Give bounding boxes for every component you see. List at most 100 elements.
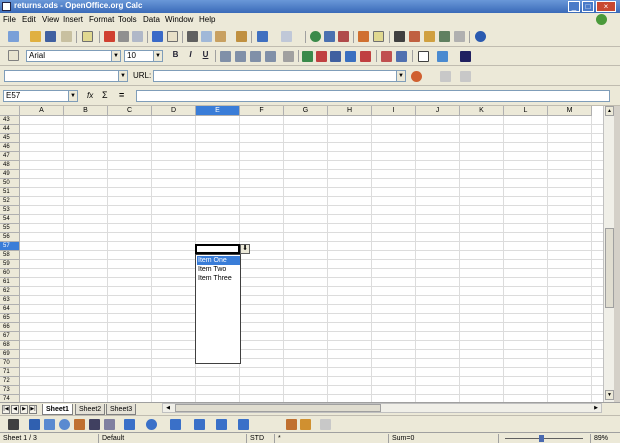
row-header-57[interactable]: 57 — [0, 242, 20, 251]
row-header-61[interactable]: 61 — [0, 278, 20, 287]
column-header-c[interactable]: C — [108, 106, 152, 116]
paste-icon[interactable] — [215, 31, 226, 42]
scroll-up-button[interactable]: ▲ — [605, 106, 614, 116]
autospellcheck-icon[interactable] — [167, 31, 178, 42]
status-mode[interactable]: STD — [246, 434, 272, 443]
target-frame-icon[interactable] — [411, 71, 422, 82]
page-preview-icon[interactable] — [132, 31, 143, 42]
scroll-left-button[interactable]: ◀ — [163, 404, 173, 412]
row-header-47[interactable]: 47 — [0, 152, 20, 161]
column-header-a[interactable]: A — [20, 106, 64, 116]
status-zoom[interactable]: 89% — [590, 434, 620, 443]
prev-sheet-button[interactable]: ◀ — [11, 405, 19, 414]
undo-icon[interactable] — [257, 31, 268, 42]
row-header-68[interactable]: 68 — [0, 341, 20, 350]
column-header-j[interactable]: J — [416, 106, 460, 116]
flowchart-icon[interactable] — [194, 419, 205, 430]
name-box[interactable]: E57 — [3, 90, 73, 102]
row-header-60[interactable]: 60 — [0, 269, 20, 278]
row-header-48[interactable]: 48 — [0, 161, 20, 170]
first-sheet-button[interactable]: |◀ — [2, 405, 10, 414]
draw-functions-icon[interactable] — [373, 31, 384, 42]
update-icon[interactable] — [596, 14, 607, 25]
vertical-scroll-thumb[interactable] — [605, 228, 614, 308]
url-dropdown-button[interactable]: ▼ — [396, 70, 406, 82]
symbol-shapes-icon[interactable] — [146, 419, 157, 430]
function-wizard-button[interactable]: fx — [87, 91, 93, 100]
from-file-icon[interactable] — [286, 419, 297, 430]
active-cell-editor[interactable] — [195, 244, 240, 254]
menu-data[interactable]: Data — [143, 15, 160, 24]
url-name-input[interactable] — [4, 70, 124, 82]
rectangle-icon[interactable] — [44, 419, 55, 430]
ellipse-icon[interactable] — [59, 419, 70, 430]
list-item[interactable]: Item One — [197, 256, 240, 265]
row-header-43[interactable]: 43 — [0, 116, 20, 125]
help-icon[interactable] — [475, 31, 486, 42]
row-header-67[interactable]: 67 — [0, 332, 20, 341]
row-header-50[interactable]: 50 — [0, 179, 20, 188]
extrusion-icon[interactable] — [320, 419, 331, 430]
row-header-59[interactable]: 59 — [0, 260, 20, 269]
italic-button[interactable]: I — [185, 49, 196, 60]
formula-button[interactable]: = — [119, 90, 124, 100]
row-header-49[interactable]: 49 — [0, 170, 20, 179]
hyperlink-button-icon[interactable] — [440, 71, 451, 82]
new-document-icon[interactable] — [8, 31, 19, 42]
font-name-dropdown-button[interactable]: ▼ — [111, 50, 121, 62]
vertical-scrollbar[interactable]: ▲ ▼ — [603, 106, 614, 402]
underline-button[interactable]: U — [200, 49, 211, 60]
maximize-button[interactable]: □ — [582, 1, 594, 12]
zoom-slider[interactable] — [498, 434, 588, 443]
data-sources-icon[interactable] — [439, 31, 450, 42]
row-header-51[interactable]: 51 — [0, 188, 20, 197]
bold-button[interactable]: B — [170, 49, 181, 60]
stars-icon[interactable] — [238, 419, 249, 430]
basic-shapes-icon[interactable] — [124, 419, 135, 430]
cut-icon[interactable] — [187, 31, 198, 42]
row-header-58[interactable]: 58 — [0, 251, 20, 260]
font-color-icon[interactable] — [460, 51, 471, 62]
align-center-icon[interactable] — [235, 51, 246, 62]
zoom-icon[interactable] — [454, 31, 465, 42]
email-icon[interactable] — [61, 31, 72, 42]
print-icon[interactable] — [118, 31, 129, 42]
delete-decimal-icon[interactable] — [360, 51, 371, 62]
callout-icon[interactable] — [104, 419, 115, 430]
save-icon[interactable] — [45, 31, 56, 42]
freeform-icon[interactable] — [74, 419, 85, 430]
fontwork-icon[interactable] — [300, 419, 311, 430]
url-input[interactable] — [153, 70, 403, 82]
align-left-icon[interactable] — [220, 51, 231, 62]
font-size-dropdown-button[interactable]: ▼ — [153, 50, 163, 62]
row-header-69[interactable]: 69 — [0, 350, 20, 359]
horizontal-scroll-thumb[interactable] — [175, 404, 381, 412]
borders-icon[interactable] — [418, 51, 429, 62]
selection-list-button[interactable]: ⬇ — [240, 244, 250, 254]
row-header-71[interactable]: 71 — [0, 368, 20, 377]
line-icon[interactable] — [29, 419, 40, 430]
menu-format[interactable]: Format — [89, 15, 114, 24]
add-decimal-icon[interactable] — [345, 51, 356, 62]
selection-list-dropdown[interactable]: Item One Item Two Item Three — [195, 254, 241, 364]
horizontal-scrollbar[interactable]: ◀ ▶ — [162, 403, 602, 413]
column-header-k[interactable]: K — [460, 106, 504, 116]
navigator-icon[interactable] — [409, 31, 420, 42]
align-right-icon[interactable] — [250, 51, 261, 62]
sum-button[interactable]: Σ — [102, 90, 108, 100]
select-arrow-icon[interactable] — [8, 419, 19, 430]
font-size-combo[interactable]: 10 — [124, 50, 156, 62]
menu-insert[interactable]: Insert — [63, 15, 83, 24]
spellcheck-icon[interactable] — [152, 31, 163, 42]
hyperlink-icon[interactable] — [310, 31, 321, 42]
column-header-i[interactable]: I — [372, 106, 416, 116]
block-arrows-icon[interactable] — [170, 419, 181, 430]
row-header-65[interactable]: 65 — [0, 314, 20, 323]
text-icon[interactable] — [89, 419, 100, 430]
row-header-72[interactable]: 72 — [0, 377, 20, 386]
decrease-indent-icon[interactable] — [381, 51, 392, 62]
next-sheet-button[interactable]: ▶ — [20, 405, 28, 414]
row-header-46[interactable]: 46 — [0, 143, 20, 152]
percent-icon[interactable] — [316, 51, 327, 62]
row-header-56[interactable]: 56 — [0, 233, 20, 242]
